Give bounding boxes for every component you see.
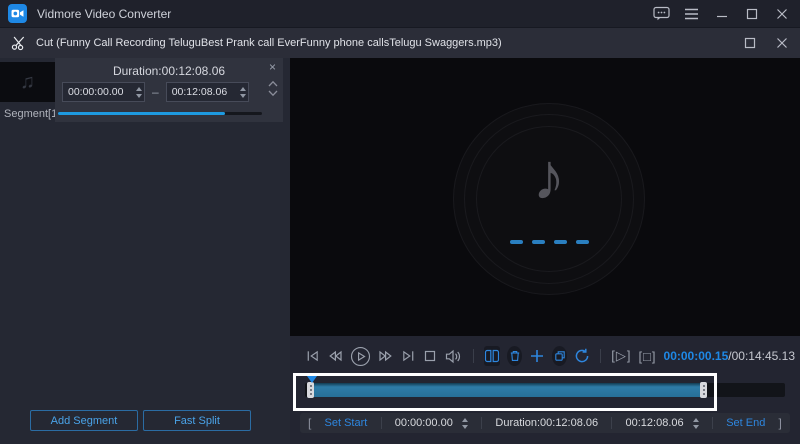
divider — [611, 417, 612, 429]
transport-bar: [▷] [□] 00:00:00.15/00:14:45.13 — [305, 344, 795, 368]
frame-forward-icon[interactable] — [378, 349, 394, 363]
segment-progress-bar — [58, 112, 262, 115]
app-logo-icon — [8, 4, 27, 23]
skip-end-icon[interactable] — [401, 349, 416, 363]
volume-icon[interactable] — [444, 349, 463, 364]
close-icon[interactable] — [773, 6, 790, 22]
segment-start-field — [62, 82, 145, 102]
dialog-close-icon[interactable] — [773, 35, 790, 51]
separator — [600, 349, 601, 363]
open-bracket: [ — [308, 416, 311, 430]
total-time: 00:14:45.13 — [732, 349, 795, 363]
timeline-selection[interactable] — [307, 383, 705, 397]
trim-end-handle[interactable] — [700, 382, 707, 398]
title-bar: Vidmore Video Converter — [0, 0, 800, 28]
audio-disc: ♪ — [453, 103, 645, 295]
remove-segment-icon[interactable]: × — [269, 61, 276, 73]
trim-footer-bar: [ Set Start 00:00:00.00 Duration:00:12:0… — [300, 413, 790, 433]
music-note-icon: ♪ — [454, 138, 644, 214]
skip-start-icon[interactable] — [305, 349, 320, 363]
playhead-marker[interactable] — [307, 376, 317, 383]
segment-end-field — [166, 82, 249, 102]
time-display: 00:00:00.15/00:14:45.13 — [664, 349, 795, 363]
cut-dialog-header: Cut (Funny Call Recording TeluguBest Pra… — [0, 28, 800, 58]
segment-play-icon[interactable]: [▷] — [611, 348, 631, 364]
play-icon[interactable] — [350, 346, 371, 367]
reset-icon[interactable] — [574, 348, 590, 364]
set-start-button[interactable]: Set Start — [325, 417, 368, 429]
separator — [473, 349, 474, 363]
divider — [381, 417, 382, 429]
footer-end-time[interactable]: 00:12:08.06 — [626, 417, 684, 429]
cut-dialog-title: Cut (Funny Call Recording TeluguBest Pra… — [36, 37, 502, 49]
segment-thumbnail[interactable]: ♫ — [0, 62, 55, 102]
loading-dashes-icon — [454, 240, 644, 244]
stop-icon[interactable] — [423, 349, 437, 363]
segment-start-input[interactable] — [62, 82, 145, 102]
segment-end-input[interactable] — [166, 82, 249, 102]
footer-end-spinner[interactable] — [693, 418, 699, 429]
scissors-icon — [10, 35, 27, 51]
segment-duration-label: Duration:00:12:08.06 — [55, 58, 283, 78]
trim-start-handle[interactable] — [307, 382, 314, 398]
fast-split-button[interactable]: Fast Split — [143, 410, 251, 431]
end-spinner-arrows[interactable] — [240, 82, 246, 102]
dialog-maximize-icon[interactable] — [741, 35, 758, 51]
add-segment-button[interactable]: Add Segment — [30, 410, 138, 431]
app-title: Vidmore Video Converter — [37, 7, 171, 21]
divider — [481, 417, 482, 429]
footer-duration-label: Duration:00:12:08.06 — [495, 417, 598, 429]
segment-panel[interactable]: Duration:00:12:08.06 – × — [55, 58, 283, 122]
menu-icon[interactable] — [683, 6, 700, 22]
segment-label: Segment[1] — [4, 108, 60, 120]
copy-segment-icon[interactable] — [552, 346, 567, 366]
add-segment-icon[interactable] — [529, 348, 545, 364]
frame-back-icon[interactable] — [327, 349, 343, 363]
segment-time-inputs: – — [62, 82, 249, 102]
sidebar-buttons: Add Segment Fast Split — [30, 410, 251, 431]
footer-start-spinner[interactable] — [462, 418, 468, 429]
minimize-icon[interactable] — [713, 6, 730, 22]
start-spinner-arrows[interactable] — [136, 82, 142, 102]
footer-start-time[interactable]: 00:00:00.00 — [395, 417, 453, 429]
set-end-button[interactable]: Set End — [726, 417, 765, 429]
segments-sidebar: ♫ Segment[1] Duration:00:12:08.06 – × — [0, 58, 290, 444]
vidmore-cut-window: Vidmore Video Converter Cut (Funny Call … — [0, 0, 800, 444]
feedback-icon[interactable] — [653, 6, 670, 22]
reorder-chevrons-icon[interactable] — [267, 79, 279, 99]
timeline-track[interactable] — [305, 383, 785, 397]
player-controls-area: [▷] [□] 00:00:00.15/00:14:45.13 [ Set St… — [290, 336, 800, 444]
thumb-music-note-icon: ♫ — [20, 71, 35, 94]
maximize-icon[interactable] — [743, 6, 760, 22]
window-controls — [653, 6, 790, 22]
close-bracket: ] — [779, 416, 782, 430]
current-time: 00:00:00.15 — [664, 349, 729, 363]
segment-progress-fill — [58, 112, 225, 115]
segment-stop-icon[interactable]: [□] — [638, 349, 656, 364]
delete-segment-icon[interactable] — [507, 346, 522, 366]
audio-preview-area: ♪ — [290, 58, 800, 336]
dialog-controls — [741, 28, 790, 58]
divider — [712, 417, 713, 429]
split-icon[interactable] — [484, 346, 501, 366]
range-separator: – — [152, 85, 159, 99]
